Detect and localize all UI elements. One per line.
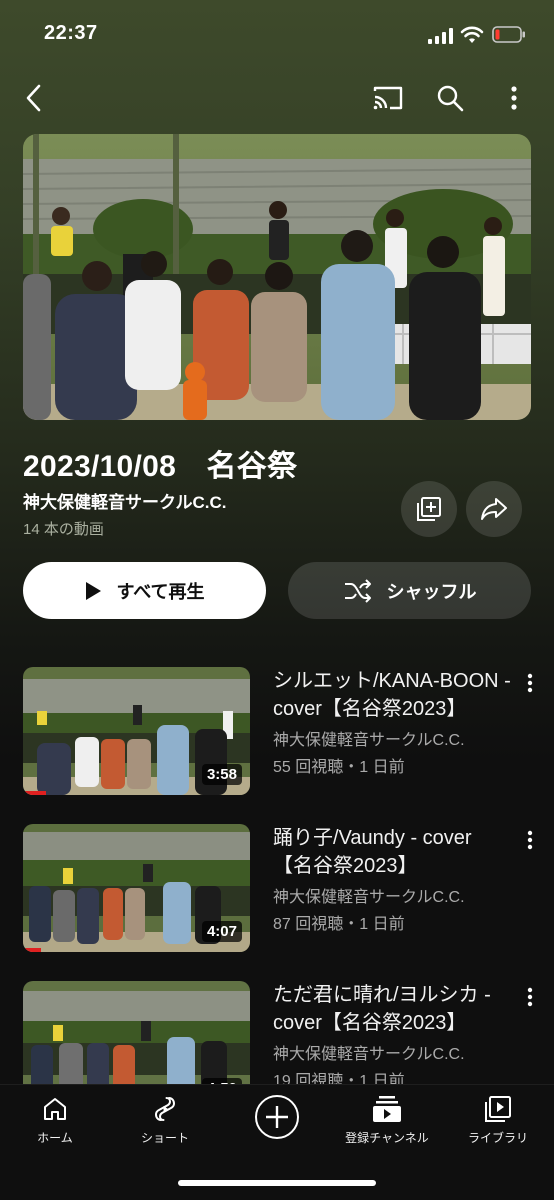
nav-label: ライブラリ [467,1131,528,1145]
video-more-button[interactable] [518,828,542,852]
video-channel: 神大保健軽音サークルC.C. [273,732,465,749]
nav-shorts[interactable]: ショート [110,1091,220,1151]
home-icon [44,1098,66,1120]
share-icon [481,498,507,520]
more-vertical-icon [527,830,533,850]
shuffle-label: シャッフル [386,581,477,602]
home-indicator [178,1180,376,1186]
video-meta: 55 回視聴・1 日前 [273,759,405,776]
list-item[interactable]: 3:58 シルエット/KANA-BOON - cover【名谷祭2023】 神大… [0,667,554,797]
cast-button[interactable] [366,76,410,120]
save-playlist-button[interactable] [401,481,457,537]
video-title-text: シルエット/KANA-BOON - cover【名谷祭2023】 [273,670,511,720]
playlist-owner[interactable]: 神大保健軽音サークルC.C. [23,488,227,513]
video-duration: 3:58 [201,764,242,785]
status-time: 22:37 [44,22,98,44]
concert-stage-photo [23,134,531,420]
cellular-signal-icon [428,28,453,44]
chevron-left-icon [26,84,41,112]
nav-subscriptions[interactable]: 登録チャンネル [332,1091,442,1151]
playlist-hero-thumbnail[interactable] [23,134,531,420]
nav-library[interactable]: ライブラリ [443,1091,553,1151]
video-title[interactable]: ただ君に晴れ/ヨルシカ - cover【名谷祭2023】 [273,981,511,1037]
status-bar: 22:37 [0,0,554,70]
back-button[interactable] [12,76,56,120]
create-plus-icon [255,1095,299,1139]
search-button[interactable] [428,76,472,120]
video-title[interactable]: シルエット/KANA-BOON - cover【名谷祭2023】 [273,667,511,723]
playlist-video-count: 14 本の動画 [23,521,104,538]
play-all-button[interactable]: すべて再生 [23,562,266,619]
battery-low-icon [492,26,525,43]
shorts-icon [154,1097,176,1121]
more-vertical-icon [511,86,517,110]
nav-label: 登録チャンネル [345,1131,429,1145]
video-more-button[interactable] [518,671,542,695]
video-thumbnail[interactable]: 3:58 [23,667,250,795]
top-app-bar [0,76,554,120]
library-icon [485,1096,511,1122]
more-options-button[interactable] [492,76,536,120]
video-more-button[interactable] [518,985,542,1009]
play-icon [86,581,102,600]
nav-label: ホーム [37,1131,73,1145]
video-channel: 神大保健軽音サークルC.C. [273,889,465,906]
share-button[interactable] [466,481,522,537]
nav-create[interactable] [222,1091,332,1151]
subscriptions-icon [373,1096,401,1122]
shuffle-icon [344,578,371,603]
video-title[interactable]: 踊り子/Vaundy - cover【名谷祭2023】 [273,824,511,880]
video-thumbnail[interactable]: 4:07 [23,824,250,952]
search-icon [437,85,464,112]
wifi-icon [460,26,484,43]
video-meta: 87 回視聴・1 日前 [273,916,405,933]
video-title-text: 踊り子/Vaundy - cover【名谷祭2023】 [273,827,472,877]
playlist-title: 2023/10/08 名谷祭 [23,450,298,483]
video-channel: 神大保健軽音サークルC.C. [273,1046,465,1063]
list-item[interactable]: 4:07 踊り子/Vaundy - cover【名谷祭2023】 神大保健軽音サ… [0,824,554,954]
nav-label: ショート [140,1131,189,1145]
video-title-text: ただ君に晴れ/ヨルシカ - cover【名谷祭2023】 [273,984,491,1034]
watch-progress-bar [23,791,46,795]
watch-progress-bar [23,948,42,952]
play-all-label: すべて再生 [116,581,205,602]
shuffle-button[interactable]: シャッフル [288,562,531,619]
more-vertical-icon [527,987,533,1007]
video-duration: 4:07 [201,921,242,942]
add-to-library-icon [417,497,441,521]
more-vertical-icon [527,673,533,693]
nav-home[interactable]: ホーム [0,1091,110,1151]
cast-icon [373,86,403,110]
